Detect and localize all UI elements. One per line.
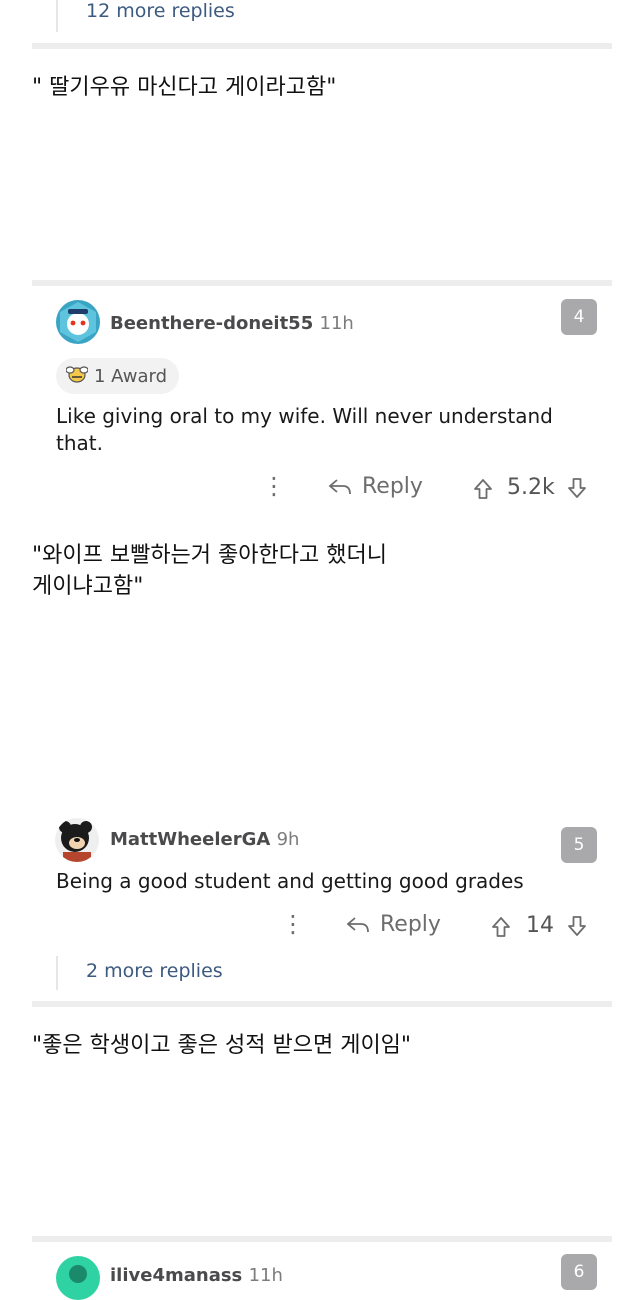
- avatar[interactable]: [55, 818, 99, 862]
- vote-count: 14: [526, 913, 554, 938]
- caption-text: "와이프 보빨하는거 좋아한다고 했더니 게이냐고함": [32, 543, 387, 599]
- comment-time: 11h: [319, 313, 354, 334]
- upvote-icon[interactable]: [490, 915, 512, 943]
- avatar[interactable]: [56, 1256, 100, 1300]
- avatar[interactable]: [56, 300, 100, 344]
- comment-time: 11h: [248, 1265, 283, 1286]
- snoo-avatar-icon: [56, 300, 100, 344]
- more-options-icon[interactable]: ⋮: [262, 474, 286, 498]
- snoo-avatar-icon: [56, 1256, 100, 1300]
- reply-arrow-icon: [328, 478, 351, 494]
- divider: [32, 1001, 612, 1007]
- rank-badge: 4: [561, 299, 597, 335]
- caption-text: "좋은 학생이고 좋은 성적 받으면 게이임": [32, 1033, 412, 1058]
- downvote-icon[interactable]: [566, 914, 588, 942]
- reply-button[interactable]: Reply: [328, 474, 423, 499]
- reply-label: Reply: [362, 474, 423, 499]
- username-text[interactable]: ilive4manass: [110, 1265, 242, 1286]
- profile-photo-icon: [55, 818, 99, 862]
- comment-username[interactable]: Beenthere-doneit55 11h: [110, 313, 354, 334]
- username-text[interactable]: MattWheelerGA: [110, 829, 270, 850]
- vote-count: 5.2k: [507, 475, 555, 500]
- divider: [32, 1236, 612, 1242]
- thread-line: [56, 956, 58, 990]
- comment-username[interactable]: ilive4manass 11h: [110, 1265, 283, 1286]
- rank-badge: 5: [561, 827, 597, 863]
- comment-username[interactable]: MattWheelerGA 9h: [110, 829, 299, 850]
- thread-line: [56, 0, 58, 32]
- reply-label: Reply: [380, 912, 441, 937]
- award-icon: [65, 364, 89, 389]
- upvote-icon[interactable]: [472, 477, 494, 505]
- more-options-icon[interactable]: ⋮: [281, 912, 305, 936]
- username-text[interactable]: Beenthere-doneit55: [110, 313, 313, 334]
- reply-button[interactable]: Reply: [346, 912, 441, 937]
- reply-arrow-icon: [346, 916, 369, 932]
- more-replies-link[interactable]: 12 more replies: [86, 0, 235, 22]
- comment-body: Being a good student and getting good gr…: [56, 869, 524, 893]
- award-label: 1 Award: [94, 365, 168, 387]
- divider: [32, 280, 612, 286]
- downvote-icon[interactable]: [566, 476, 588, 504]
- caption-text: " 딸기우유 마신다고 게이라고함": [32, 75, 337, 100]
- award-pill[interactable]: 1 Award: [56, 358, 180, 394]
- more-replies-link[interactable]: 2 more replies: [86, 960, 223, 982]
- divider: [32, 43, 612, 49]
- comment-time: 9h: [276, 829, 300, 850]
- rank-badge: 6: [561, 1254, 597, 1290]
- comment-body: Like giving oral to my wife. Will never …: [56, 404, 553, 455]
